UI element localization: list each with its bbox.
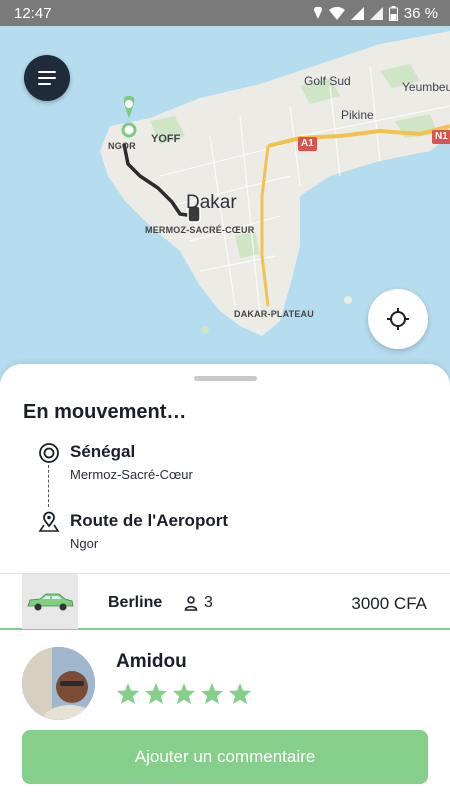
trip-status-title: En mouvement…: [23, 401, 187, 423]
battery-icon: [388, 5, 398, 21]
seat-count-value: 3: [204, 594, 213, 611]
map-pin-icon: [38, 511, 60, 532]
map-label-plateau: DAKAR-PLATEAU: [234, 309, 314, 319]
map-label-mermoz: MERMOZ-SACRÉ-CŒUR: [145, 225, 255, 235]
island: [201, 326, 209, 334]
battery-level: 36 %: [403, 4, 438, 22]
driver-avatar: [22, 647, 95, 720]
add-comment-button[interactable]: Ajouter un commentaire: [22, 730, 428, 784]
map-label-ngor: NGOR: [108, 141, 136, 151]
signal-icon: [369, 6, 383, 20]
star-icon: [229, 683, 251, 704]
star-icon: [145, 683, 167, 704]
target-icon: [39, 443, 59, 463]
star-icon: [173, 683, 195, 704]
map-label-yoff: YOFF: [151, 133, 181, 145]
status-bar: 12:47 36 %: [0, 0, 450, 26]
status-time: 12:47: [14, 4, 52, 22]
hamburger-icon: [38, 71, 56, 73]
driver-name: Amidou: [116, 651, 187, 672]
destination-marker-dot: [125, 100, 133, 108]
dropoff-title: Route de l'Aeroport: [70, 511, 228, 530]
road-badge-n1: N1: [432, 130, 450, 144]
trip-price: 3000 CFA: [351, 594, 427, 613]
dropoff-subtitle: Ngor: [70, 536, 99, 551]
crosshair-icon: [387, 308, 409, 330]
vehicle-info-row: Berline 3 3000 CFA: [0, 573, 450, 630]
map-label-dakar: Dakar: [186, 192, 237, 213]
map-label-golf-sud: Golf Sud: [304, 74, 351, 88]
map-view[interactable]: Golf Sud Yeumbeul Pikine YOFF NGOR Dakar…: [0, 26, 450, 416]
hamburger-icon: [38, 83, 51, 85]
seat-count: 3: [184, 594, 213, 612]
pickup-title: Sénégal: [70, 442, 136, 461]
wifi-icon: [328, 6, 345, 20]
sheet-drag-handle[interactable]: [194, 376, 257, 381]
car-thumbnail: [22, 574, 78, 629]
map-label-pikine: Pikine: [341, 108, 374, 122]
star-icon: [117, 683, 139, 704]
road-badge-a1: A1: [298, 137, 317, 151]
menu-button[interactable]: [24, 55, 70, 101]
route-connector: [48, 465, 49, 507]
vehicle-type: Berline: [108, 594, 163, 611]
locate-me-button[interactable]: [368, 289, 428, 349]
driver-rating: [116, 682, 252, 705]
pickup-subtitle: Mermoz-Sacré-Cœur: [70, 467, 193, 482]
island: [344, 296, 352, 304]
person-icon: [184, 595, 198, 611]
car-icon: [27, 593, 74, 610]
status-icons: 36 %: [313, 5, 438, 22]
start-marker: [121, 122, 137, 138]
hamburger-icon: [38, 77, 56, 79]
trip-bottom-sheet: En mouvement… Sénégal Mermoz-Sacré-Cœur …: [0, 364, 450, 800]
signal-icon: [350, 6, 364, 20]
star-icon: [201, 683, 223, 704]
map-label-yeumbeul: Yeumbeul: [402, 80, 450, 94]
location-icon: [313, 7, 322, 19]
